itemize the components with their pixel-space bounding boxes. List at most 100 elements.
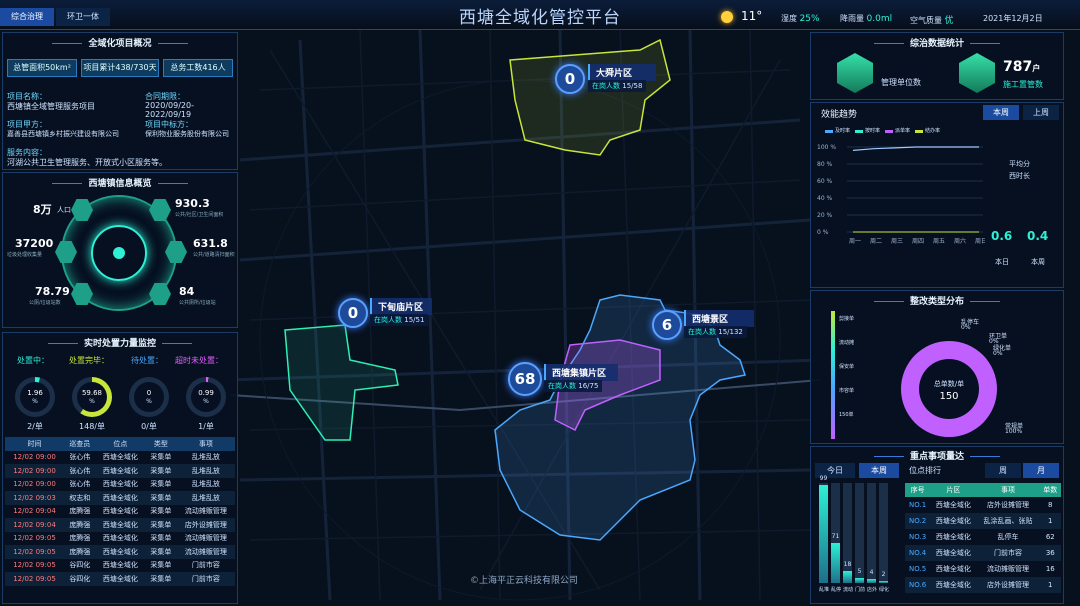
- column-header[interactable]: 类型: [145, 437, 177, 451]
- gauge-hole: [191, 382, 221, 412]
- rank-bar[interactable]: [831, 543, 840, 583]
- donut-legend-pct: 100%: [1005, 428, 1023, 435]
- zone-marker-xiadian[interactable]: 0: [338, 298, 368, 328]
- zone-marker-scenic[interactable]: 6: [652, 310, 682, 340]
- table-row[interactable]: NO.2 西塘全域化 乱涂乱画、张贴 1: [905, 512, 1061, 529]
- table-cell: 西塘全域化: [102, 453, 138, 462]
- humidity: 湿度 25%: [781, 13, 820, 24]
- zone-marker-town[interactable]: 68: [508, 362, 542, 396]
- zone-marker-dashun[interactable]: 0: [555, 64, 585, 94]
- stats-number: 787: [1003, 59, 1033, 75]
- column-header[interactable]: 时间: [5, 437, 64, 451]
- table-cell: 店外设摊管理: [976, 576, 1040, 593]
- zone-people-value: 15/58: [622, 82, 643, 90]
- rainfall: 降雨量 0.0ml: [840, 13, 892, 24]
- table-cell: 12/02 09:05: [13, 534, 56, 543]
- table-row[interactable]: 12/02 09:05 谷四化 西塘全域化 采集单 门前市容: [5, 559, 235, 573]
- legend-swatch: [915, 130, 923, 133]
- overview-panel: 全域化项目概况 总管面积50km² 项目累计438/730天 总务工数416人 …: [2, 32, 238, 170]
- type-bar-label: 流动摊: [839, 340, 855, 346]
- x-tick: 周四: [912, 238, 924, 245]
- ranking-table[interactable]: 序号 片区 事项 单数 NO.1 西塘全域化 店外设摊管理 8 NO.2 西塘全域化 乱涂乱画、张…: [905, 483, 1061, 593]
- table-cell: 庞腾强: [69, 507, 91, 516]
- column-header[interactable]: 单数: [1039, 483, 1061, 497]
- table-row[interactable]: 12/02 09:04 庞腾强 西塘全域化 采集单 流动摊贩管理: [5, 505, 235, 519]
- table-row[interactable]: 12/02 09:05 谷四化 西塘全域化 采集单 门前市容: [5, 572, 235, 586]
- rank-bar[interactable]: [855, 578, 864, 583]
- tab-sanitation[interactable]: 环卫一体: [56, 8, 110, 26]
- table-row[interactable]: 12/02 09:00 张心伟 西塘全域化 采集单 乱堆乱放: [5, 464, 235, 478]
- copyright: ©上海平正云科技有限公司: [470, 576, 579, 586]
- column-header[interactable]: 片区: [930, 483, 977, 497]
- legend-overdue: 超时未处置：: [175, 356, 223, 365]
- tab-this-week[interactable]: 本周: [983, 105, 1019, 120]
- trend-val2-label: 本周: [1031, 258, 1045, 266]
- tab-week-rank[interactable]: 周: [985, 463, 1021, 478]
- tab-week[interactable]: 本周: [859, 463, 899, 478]
- table-row[interactable]: 12/02 09:00 张心伟 西塘全域化 采集单 乱堆乱放: [5, 451, 235, 465]
- table-cell: 流动摊贩管理: [176, 545, 235, 559]
- table-row[interactable]: NO.1 西塘全域化 店外设摊管理 8: [905, 497, 1061, 513]
- column-header[interactable]: 事项: [176, 437, 235, 451]
- gauge-hole: [77, 382, 107, 412]
- table-row[interactable]: 12/02 09:05 庞腾强 西塘全域化 采集单 流动摊贩管理: [5, 545, 235, 559]
- table-cell: NO.2: [905, 512, 931, 529]
- gauge-hole: [134, 382, 164, 412]
- table-row[interactable]: 12/02 09:03 权志和 西塘全域化 采集单 乱堆乱放: [5, 491, 235, 505]
- zone-label-town[interactable]: 西塘集镇片区: [544, 364, 618, 381]
- table-row[interactable]: NO.6 西塘全域化 店外设摊管理 1: [905, 576, 1061, 593]
- donut-hole: [919, 359, 979, 419]
- rank-bar[interactable]: [879, 581, 888, 583]
- table-row[interactable]: 12/02 09:05 庞腾强 西塘全域化 采集单 流动摊贩管理: [5, 532, 235, 546]
- zone-label-dashun[interactable]: 大舜片区: [588, 64, 656, 81]
- stat5-label: 公共厕所/垃圾站: [179, 300, 216, 306]
- column-header[interactable]: 序号: [905, 483, 931, 497]
- table-row[interactable]: 12/02 09:04 庞腾强 西塘全域化 采集单 店外设摊管理: [5, 518, 235, 532]
- stat3-label: 公共/道路清扫面积: [193, 252, 235, 258]
- table-cell: 店外设摊管理: [176, 518, 235, 532]
- tab-last-week[interactable]: 上周: [1023, 105, 1059, 120]
- legend-pending: 待处置：: [131, 356, 163, 365]
- table-cell: 西塘全域化: [930, 544, 977, 561]
- zone-label-scenic[interactable]: 西塘景区: [684, 310, 754, 327]
- zone-people-dashun: 在岗人数 15/58: [588, 80, 647, 92]
- gauge-count: 2/单: [27, 422, 43, 431]
- tab-location-rank[interactable]: 位点排行: [905, 463, 985, 478]
- column-header[interactable]: 巡查员: [63, 437, 96, 451]
- table-cell: 乱堆乱放: [191, 453, 220, 462]
- page-title: 西塘全域化管控平台: [459, 8, 621, 28]
- rank-bar[interactable]: [867, 579, 876, 583]
- ranking-title: 重点事项量达: [811, 449, 1063, 462]
- table-cell: 12/02 09:04: [13, 507, 56, 516]
- dispatch-table[interactable]: 时间 巡查员 位点 类型 事项 12/02 09:00 张心伟 西塘全域化 采集单 乱堆乱放 12…: [5, 437, 235, 586]
- table-cell: 门前市容: [976, 544, 1040, 561]
- zone-label-xiadian[interactable]: 下甸庙片区: [370, 298, 432, 315]
- zone-people-label: 在岗人数: [548, 382, 576, 390]
- table-cell: 采集单: [145, 545, 177, 559]
- table-cell: 西塘全域化: [935, 564, 971, 573]
- table-cell: 12/02 09:00: [13, 453, 56, 462]
- table-cell: 西塘全域化: [102, 480, 138, 489]
- table-cell: 西塘全域化: [102, 534, 138, 543]
- tab-comprehensive[interactable]: 综合治理: [0, 8, 54, 26]
- table-cell: NO.6: [905, 576, 931, 593]
- trend-panel: 效能趋势 本周 上周 及时率 按时率 派单率 结办率 100 % 80 % 60 % 40 …: [810, 102, 1064, 288]
- table-row[interactable]: NO.3 西塘全域化 乱停车 62: [905, 529, 1061, 545]
- tab-month-rank[interactable]: 月: [1023, 463, 1059, 478]
- rank-bar[interactable]: [843, 571, 852, 583]
- rank-bar[interactable]: [819, 485, 828, 583]
- table-row[interactable]: NO.4 西塘全域化 门前市容 36: [905, 544, 1061, 561]
- rank-bar-value: 18: [843, 561, 852, 568]
- table-cell: 采集单: [150, 507, 172, 516]
- column-header[interactable]: 位点: [95, 437, 146, 451]
- table-cell: 乱堆乱放: [176, 491, 235, 505]
- donut-chart[interactable]: [901, 341, 997, 437]
- table-cell: 采集单: [150, 480, 172, 489]
- table-cell: 西塘全域化: [935, 500, 971, 509]
- trend-chart[interactable]: 100 % 80 % 60 % 40 % 20 % 0 % 周一 周二 周三 周四 周五 周六 周日: [815, 137, 985, 257]
- column-header[interactable]: 事项: [976, 483, 1040, 497]
- monitor-panel: 实时处置力量监控 处置中： 处置完毕： 待处置： 超时未处置： 1.96% 2/单…: [2, 332, 238, 604]
- table-row[interactable]: 12/02 09:00 张心伟 西塘全域化 采集单 乱堆乱放: [5, 478, 235, 492]
- table-cell: 张心伟: [69, 480, 91, 489]
- table-row[interactable]: NO.5 西塘全域化 流动摊贩管理 16: [905, 561, 1061, 577]
